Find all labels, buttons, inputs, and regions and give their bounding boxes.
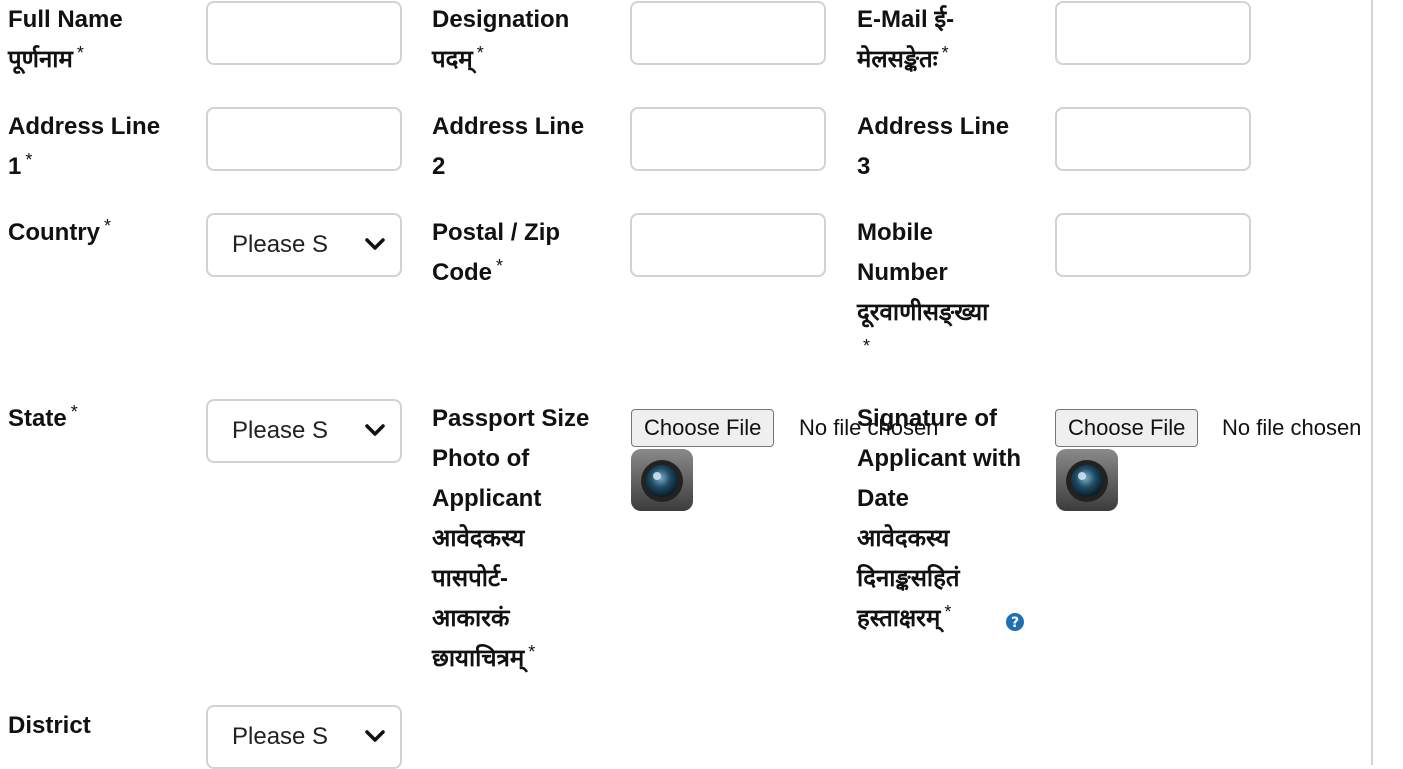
district-label: District	[8, 712, 91, 739]
address-line-3-input[interactable]	[1055, 107, 1251, 171]
required-marker: *	[476, 43, 484, 63]
right-divider	[1371, 0, 1373, 765]
country-label: Country *	[8, 216, 112, 246]
passport-photo-label: Passport Size Photo of Applicant आवेदकस्…	[432, 405, 590, 672]
state-select[interactable]: Please S	[206, 399, 402, 463]
required-marker: *	[528, 642, 536, 662]
mobile-number-input[interactable]	[1055, 213, 1251, 277]
country-select-value: Please S	[232, 231, 329, 258]
address-line-1-label: Address Line 1 *	[8, 113, 161, 180]
full-name-label: Full Name पूर्णनाम *	[8, 6, 123, 73]
postal-code-label: Postal / Zip Code *	[432, 219, 561, 286]
postal-code-input[interactable]	[630, 213, 826, 277]
mobile-number-label: Mobile Number दूरवाणीसङ्ख्या *	[857, 219, 989, 356]
full-name-input[interactable]	[206, 1, 402, 65]
help-icon[interactable]: ?	[1005, 612, 1025, 632]
email-input[interactable]	[1055, 1, 1251, 65]
required-marker: *	[944, 602, 952, 622]
camera-icon	[1056, 449, 1118, 511]
svg-text:?: ?	[1011, 615, 1019, 631]
district-select[interactable]: Please S	[206, 705, 402, 769]
required-marker: *	[25, 150, 33, 170]
address-line-1-input[interactable]	[206, 107, 402, 171]
required-marker: *	[76, 43, 84, 63]
country-select[interactable]: Please S	[206, 213, 402, 277]
photo-choose-file-button[interactable]: Choose File	[631, 409, 775, 447]
state-select-value: Please S	[232, 417, 329, 444]
required-marker: *	[104, 216, 112, 236]
required-marker: *	[496, 256, 504, 276]
chevron-down-icon	[365, 238, 385, 250]
address-line-2-input[interactable]	[630, 107, 826, 171]
required-marker: *	[863, 336, 871, 356]
chevron-down-icon	[365, 424, 385, 436]
signature-file-status: No file chosen	[1222, 415, 1362, 440]
state-label: State *	[8, 402, 78, 432]
address-line-3-label: Address Line 3	[857, 113, 1010, 180]
district-select-value: Please S	[232, 723, 329, 750]
designation-input[interactable]	[630, 1, 826, 65]
camera-icon	[631, 449, 693, 511]
signature-label: Signature of Applicant with Date आवेदकस्…	[857, 405, 1021, 632]
address-line-2-label: Address Line 2	[432, 113, 585, 180]
required-marker: *	[941, 43, 949, 63]
signature-choose-file-button[interactable]: Choose File	[1055, 409, 1199, 447]
designation-label: Designation पदम् *	[432, 6, 570, 73]
email-label: E-Mail ई- मेलसङ्केतः *	[857, 6, 955, 73]
required-marker: *	[70, 402, 78, 422]
chevron-down-icon	[365, 730, 385, 742]
